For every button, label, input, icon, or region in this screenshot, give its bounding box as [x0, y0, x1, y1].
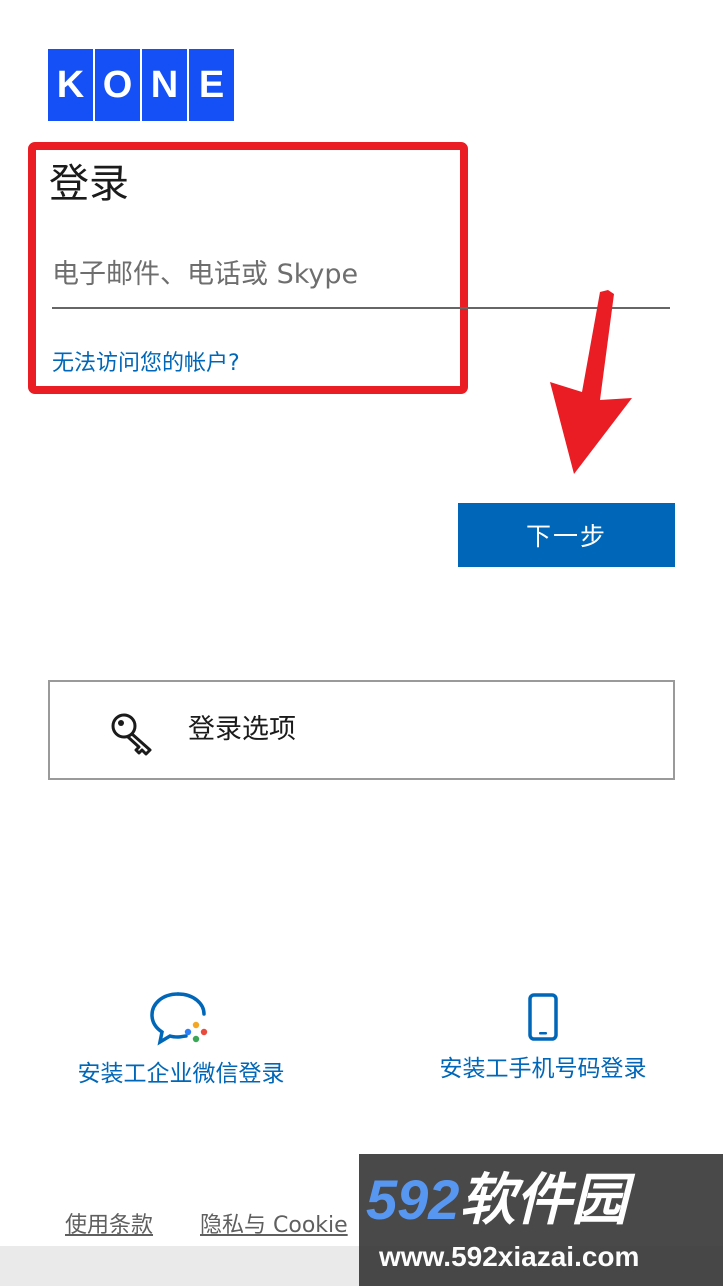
page-title: 登录	[49, 161, 129, 207]
cant-access-account-link[interactable]: 无法访问您的帐户?	[52, 345, 240, 377]
wechat-work-icon	[150, 992, 208, 1046]
sign-in-options-label: 登录选项	[188, 714, 296, 745]
red-arrow-annotation-icon	[550, 290, 632, 474]
next-button[interactable]: 下一步	[458, 503, 675, 567]
sign-in-options-button[interactable]: 登录选项	[48, 680, 675, 780]
logo-letter: K	[48, 49, 93, 121]
mobile-login-label: 安装工手机号码登录	[439, 1056, 647, 1082]
key-icon	[111, 713, 152, 756]
logo-letter: O	[95, 49, 140, 121]
terms-of-use-link[interactable]: 使用条款	[65, 1207, 153, 1239]
wechat-work-login-label: 安装工企业微信登录	[77, 1061, 285, 1087]
watermark-url: www.592xiazai.com	[379, 1241, 640, 1272]
wechat-work-login-link[interactable]: 安装工企业微信登录	[63, 990, 299, 1088]
privacy-cookie-link[interactable]: 隐私与 Cookie	[200, 1207, 348, 1239]
site-watermark: 592软件园 www.592xiazai.com	[359, 1154, 723, 1286]
logo-letter: N	[142, 49, 187, 121]
logo-letter: E	[189, 49, 234, 121]
mobile-phone-icon	[528, 993, 558, 1041]
watermark-brand: 592软件园	[366, 1168, 627, 1232]
watermark-text: 软件园	[459, 1168, 628, 1231]
watermark-number: 592	[366, 1168, 460, 1231]
mobile-login-link[interactable]: 安装工手机号码登录	[425, 993, 661, 1083]
kone-logo: K O N E	[48, 49, 234, 121]
